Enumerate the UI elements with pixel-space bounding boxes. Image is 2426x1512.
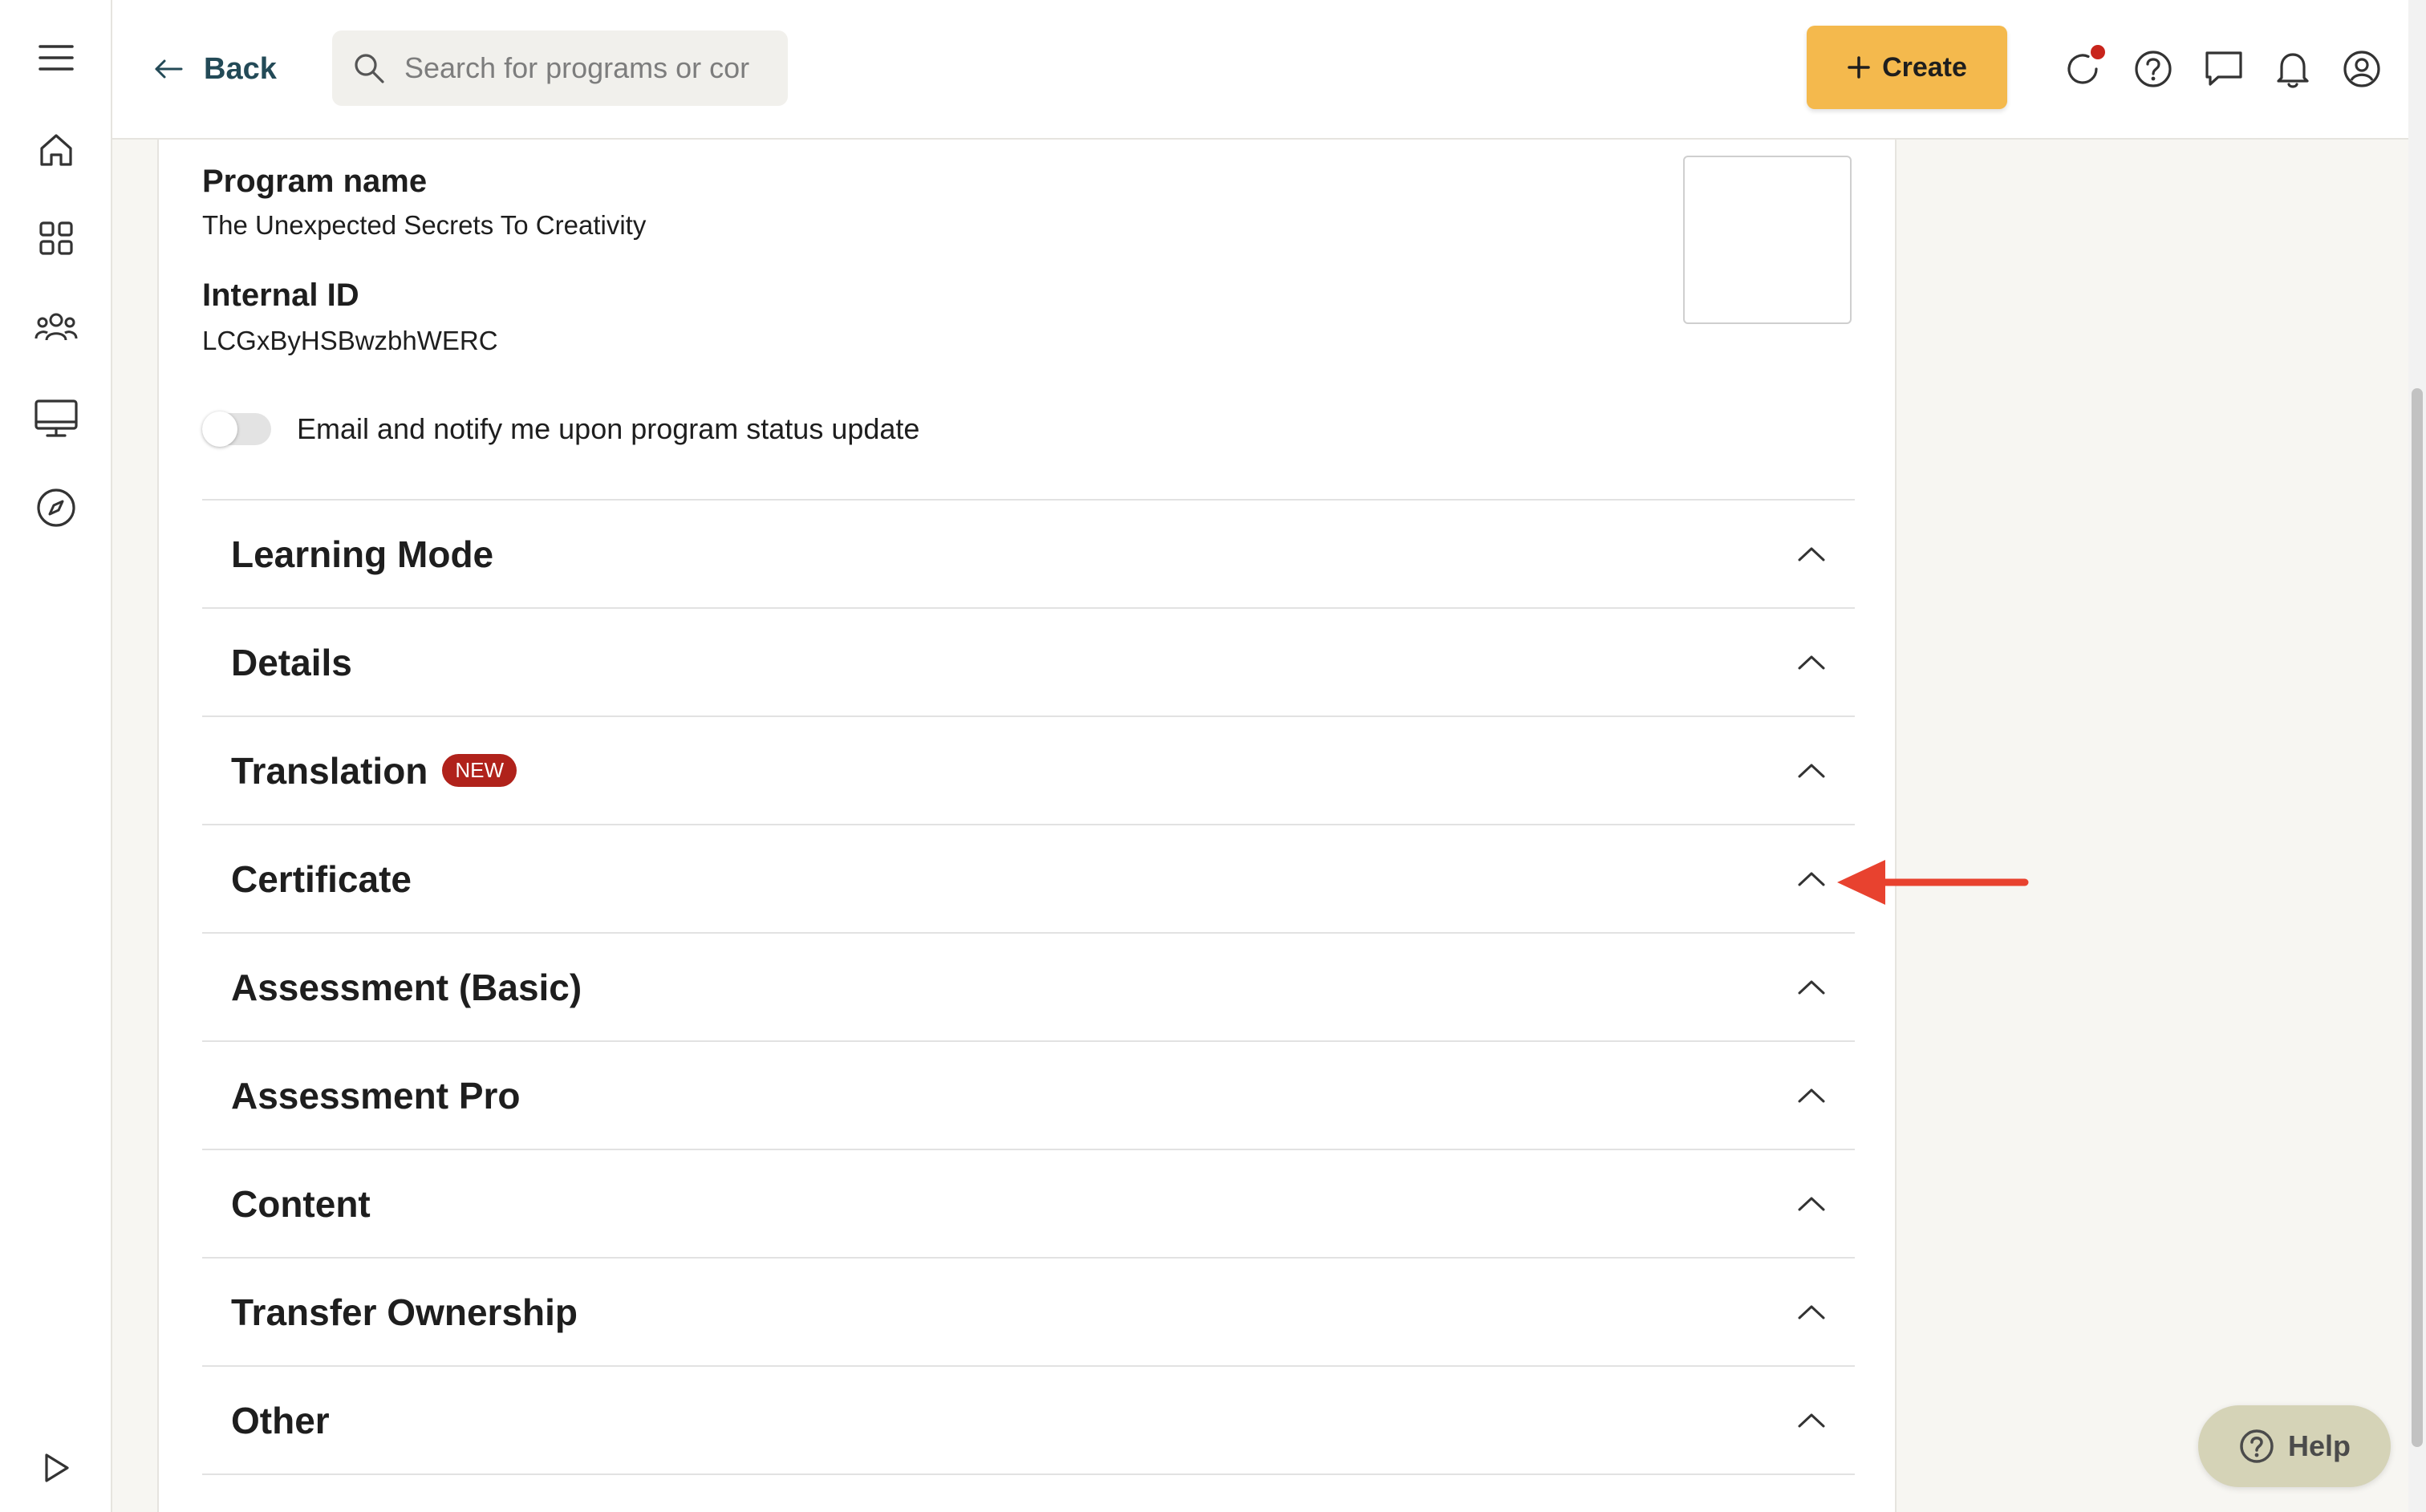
settings-sections: Learning Mode Details Translation NEW Ce… — [202, 499, 1855, 1475]
section-title: Assessment Pro — [231, 1074, 521, 1117]
search-input[interactable] — [403, 51, 775, 86]
grid-icon[interactable] — [32, 214, 80, 262]
program-settings-card: Program name The Unexpected Secrets To C… — [157, 140, 1897, 1512]
help-label: Help — [2287, 1429, 2351, 1462]
back-button[interactable]: Back — [154, 43, 277, 95]
section-learning-mode[interactable]: Learning Mode — [202, 501, 1855, 609]
notification-dot — [2091, 45, 2105, 59]
help-button[interactable]: Help — [2198, 1405, 2391, 1487]
section-transfer-ownership[interactable]: Transfer Ownership — [202, 1259, 1855, 1367]
section-title: Certificate — [231, 857, 412, 900]
section-title: Translation — [231, 749, 428, 792]
top-bar: Back Create — [112, 0, 2408, 140]
bell-icon[interactable] — [2267, 43, 2318, 95]
section-title: Other — [231, 1399, 330, 1441]
menu-icon[interactable] — [32, 34, 80, 82]
play-icon[interactable] — [32, 1444, 80, 1492]
annotation-arrow-icon — [1837, 860, 2029, 905]
chat-icon[interactable] — [2198, 43, 2250, 95]
search-box[interactable] — [332, 30, 788, 106]
internal-id-value: LCGxByHSBwzbhWERC — [202, 326, 498, 355]
arrow-left-icon — [155, 59, 183, 79]
notify-row: Email and notify me upon program status … — [202, 411, 920, 447]
section-certificate[interactable]: Certificate — [202, 825, 1855, 934]
chevron-up-icon[interactable] — [1797, 648, 1826, 677]
account-icon[interactable] — [2336, 43, 2387, 95]
section-title: Learning Mode — [231, 533, 494, 575]
section-content[interactable]: Content — [202, 1150, 1855, 1259]
section-title: Transfer Ownership — [231, 1291, 578, 1333]
chevron-up-icon[interactable] — [1797, 540, 1826, 569]
program-thumbnail[interactable] — [1683, 156, 1852, 324]
section-assessment-pro[interactable]: Assessment Pro — [202, 1042, 1855, 1150]
chevron-up-icon[interactable] — [1797, 865, 1826, 894]
chevron-up-icon[interactable] — [1797, 1298, 1826, 1327]
chevron-up-icon[interactable] — [1797, 1406, 1826, 1435]
chevron-up-icon[interactable] — [1797, 973, 1826, 1002]
chevron-up-icon[interactable] — [1797, 756, 1826, 785]
plus-icon — [1848, 56, 1870, 79]
create-button[interactable]: Create — [1807, 26, 2007, 109]
section-assessment-basic[interactable]: Assessment (Basic) — [202, 934, 1855, 1042]
program-name-value: The Unexpected Secrets To Creativity — [202, 210, 647, 240]
section-other[interactable]: Other — [202, 1367, 1855, 1475]
home-icon[interactable] — [32, 126, 80, 174]
new-badge: NEW — [442, 754, 517, 787]
nav-rail — [0, 0, 112, 1512]
people-icon[interactable] — [32, 303, 80, 351]
notify-toggle[interactable] — [202, 411, 271, 447]
search-icon — [355, 54, 384, 83]
chevron-up-icon[interactable] — [1797, 1190, 1826, 1218]
question-icon — [2240, 1429, 2274, 1463]
internal-id-label: Internal ID — [202, 278, 359, 313]
notify-label: Email and notify me upon program status … — [297, 412, 920, 445]
section-title: Details — [231, 641, 352, 683]
section-details[interactable]: Details — [202, 609, 1855, 717]
question-icon[interactable] — [2128, 43, 2179, 95]
create-label: Create — [1882, 51, 1967, 83]
compass-icon[interactable] — [32, 484, 80, 532]
scrollbar-thumb[interactable] — [2412, 388, 2423, 1447]
section-title: Assessment (Basic) — [231, 966, 582, 1008]
section-translation[interactable]: Translation NEW — [202, 717, 1855, 825]
program-name-label: Program name — [202, 164, 428, 199]
back-label: Back — [204, 51, 277, 86]
chevron-up-icon[interactable] — [1797, 1081, 1826, 1110]
refresh-icon[interactable] — [2057, 43, 2108, 95]
scrollbar[interactable] — [2408, 0, 2426, 1512]
monitor-icon[interactable] — [32, 395, 80, 443]
section-title: Content — [231, 1182, 371, 1225]
